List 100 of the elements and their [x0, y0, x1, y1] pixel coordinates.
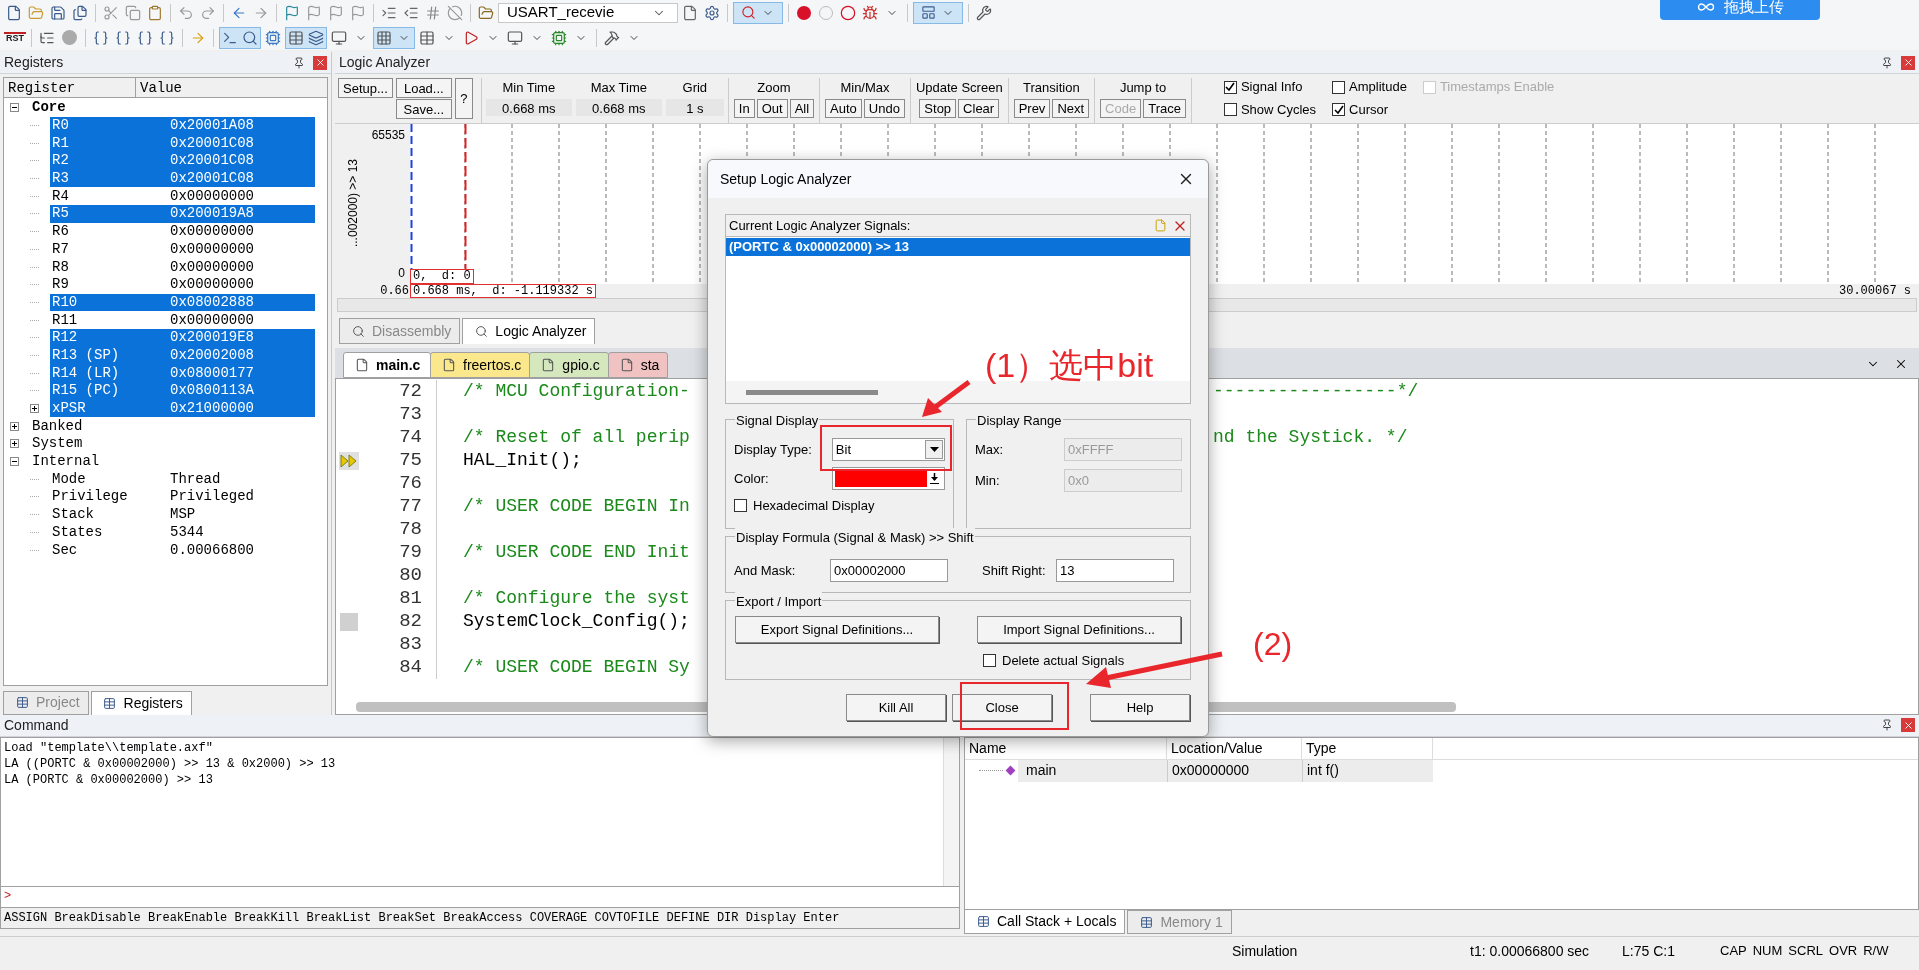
- field-label: Max Time: [590, 79, 647, 97]
- register-value: 0x20001C08: [170, 133, 254, 153]
- register-name: R10: [51, 292, 79, 312]
- status-indicator: OVR: [1829, 942, 1858, 961]
- field-label: Min:: [975, 471, 1000, 490]
- status-text: Simulation: [1232, 942, 1299, 962]
- checkbox-label: Hexadecimal Display: [753, 497, 875, 515]
- register-name: R0: [51, 116, 70, 136]
- field-value: 1 s: [665, 99, 724, 116]
- register-value: 0x00000000: [170, 239, 254, 259]
- group-title: Display Formula (Signal & Mask) >> Shift: [735, 528, 975, 548]
- field-value: 0.668 ms: [575, 99, 662, 116]
- group-title: Jump to: [1119, 79, 1167, 97]
- field-label: Min Time: [502, 79, 556, 97]
- line-number: 74: [398, 425, 422, 451]
- group-title: Update Screen: [915, 79, 1003, 97]
- cursor-info: 0, d: 0: [410, 269, 474, 284]
- command-help: ASSIGN BreakDisable BreakEnable BreakKill BreakList BreakSet BreakAccess COVERAGE COVTOFILE DEFINE DIR Display Enter: [0, 906, 960, 929]
- line-number: 75: [398, 448, 422, 474]
- annotation-label: (2): [1253, 625, 1293, 664]
- line-number: 72: [398, 379, 422, 405]
- field-value: 0.668 ms: [485, 99, 572, 116]
- register-value: Privileged: [170, 487, 254, 507]
- annotation-label: (1）选中bit: [985, 345, 1154, 386]
- register-name: R13 (SP): [51, 345, 121, 365]
- checkbox-label: Signal Info: [1240, 78, 1303, 97]
- line-number: 78: [398, 517, 422, 543]
- panel-title: Registers: [4, 53, 64, 72]
- register-value: 0x200019A8: [170, 204, 254, 224]
- register-name: Mode: [51, 469, 87, 489]
- code-text: SystemClock_Config();: [463, 611, 690, 631]
- signal-label: ...002000) >> 13: [345, 157, 361, 250]
- checkbox-label: Delete actual Signals: [1002, 652, 1125, 670]
- panel-title: Logic Analyzer: [339, 53, 431, 72]
- register-name: R1: [51, 133, 70, 153]
- register-name: Sec: [51, 540, 79, 560]
- register-name: Privilege: [51, 487, 129, 507]
- end-time: 30.00067 s: [1839, 285, 1912, 297]
- register-value: 0x00000000: [170, 310, 254, 330]
- dialog-title: Setup Logic Analyzer: [720, 169, 852, 189]
- checkbox-label: Timestamps Enable: [1439, 78, 1555, 97]
- panel-title: Command: [4, 715, 69, 735]
- checkbox-label: Cursor: [1349, 100, 1389, 119]
- line-number: 77: [398, 494, 422, 520]
- group-title: Zoom: [757, 79, 791, 97]
- register-name: Stack: [51, 505, 95, 525]
- register-value: 5344: [170, 522, 204, 542]
- field-label: Display Type:: [734, 440, 813, 459]
- register-name: R12: [51, 328, 79, 348]
- register-name: xPSR: [51, 399, 87, 419]
- register-name: R4: [51, 186, 70, 206]
- field-label: And Mask:: [734, 561, 797, 580]
- group-title: Min/Max: [840, 79, 890, 97]
- line-number: 79: [398, 540, 422, 566]
- field-label: Grid: [682, 79, 708, 97]
- register-value: 0x20002008: [170, 345, 254, 365]
- register-value: 0x20001C08: [170, 169, 254, 189]
- line-number: 84: [398, 655, 422, 681]
- register-value: 0x08000177: [170, 363, 254, 383]
- status-text: L:75 C:1: [1622, 942, 1676, 962]
- register-value: MSP: [170, 505, 196, 525]
- code-comment: /* USER CODE END Init: [463, 542, 690, 562]
- register-value: 0.00066800: [170, 540, 254, 560]
- register-value: 0x00000000: [170, 275, 254, 295]
- code-text: HAL_Init();: [463, 450, 582, 470]
- register-name: R9: [51, 275, 70, 295]
- stack-location: 0x00000000: [1167, 759, 1302, 782]
- output-line: LA ((PORTC & 0x00002000) >> 13 & 0x2000) >> 13: [4, 755, 337, 772]
- register-value: 0x21000000: [170, 399, 254, 419]
- code-comment: /* Configure the syst: [463, 588, 690, 608]
- line-number: 73: [398, 402, 422, 428]
- line-number: 81: [398, 586, 422, 612]
- field-label: Max:: [975, 440, 1004, 459]
- register-name: States: [51, 522, 104, 542]
- register-name: R7: [51, 239, 70, 259]
- register-name: R8: [51, 257, 70, 277]
- register-name: R5: [51, 204, 70, 224]
- line-number: 82: [398, 609, 422, 635]
- code-comment: -----------------*/: [1213, 380, 1419, 403]
- output-line: Load "template\\template.axf": [4, 739, 214, 756]
- line-number: 76: [398, 471, 422, 497]
- code-comment: nd the Systick. */: [1213, 426, 1408, 449]
- stack-type: int f(): [1302, 759, 1433, 782]
- register-name: R3: [51, 169, 70, 189]
- status-indicator: CAP: [1720, 942, 1747, 961]
- group-title: Transition: [1023, 79, 1080, 97]
- line-number: 80: [398, 563, 422, 589]
- code-comment: /* MCU Configuration-: [463, 381, 690, 401]
- register-value: 0x200019E8: [170, 328, 254, 348]
- register-value: 0x00000000: [170, 222, 254, 242]
- code-comment: /* Reset of all perip: [463, 427, 690, 447]
- register-name: R2: [51, 151, 70, 171]
- field-label: Color:: [734, 469, 770, 488]
- start-time: 0.66: [379, 285, 410, 297]
- checkbox-label: Show Cycles: [1240, 100, 1317, 119]
- register-value: Thread: [170, 469, 221, 489]
- register-value: 0x0800113A: [170, 381, 254, 401]
- register-name: R11: [51, 310, 79, 330]
- axis-min-label: 0: [398, 265, 405, 282]
- axis-max-label: 65535: [371, 127, 405, 144]
